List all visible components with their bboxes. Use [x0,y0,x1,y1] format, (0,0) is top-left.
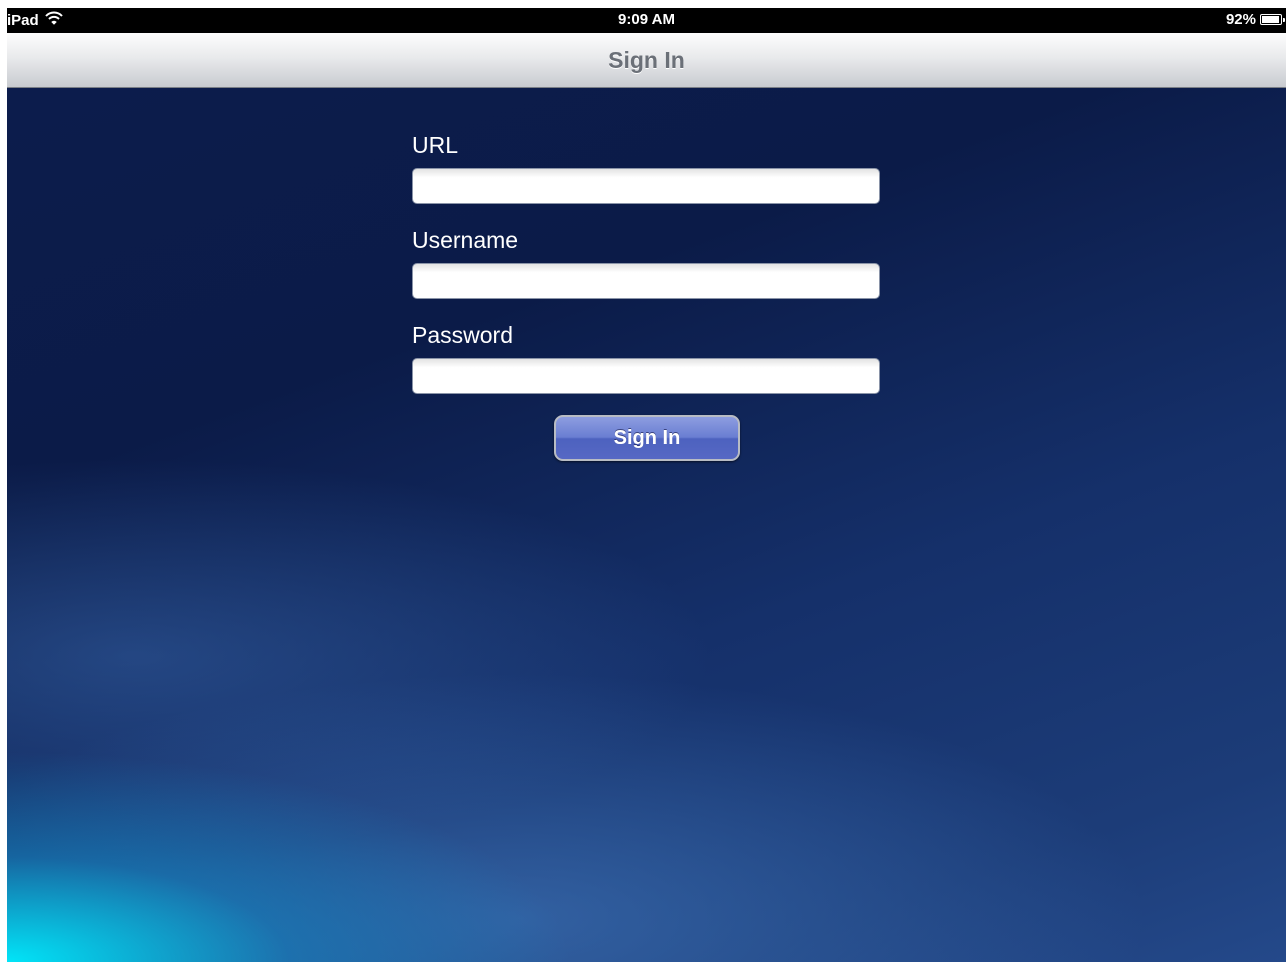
page-title: Sign In [608,47,685,73]
username-input[interactable] [412,263,880,299]
password-input[interactable] [412,358,880,394]
status-time: 9:09 AM [618,11,675,28]
sign-in-content: URL Username Password Sign In [7,88,1286,962]
sign-in-form: URL Username Password Sign In [412,130,882,461]
navigation-bar: Sign In [7,33,1286,88]
sign-in-button-row: Sign In [412,415,882,461]
status-right: 92% [1225,11,1285,28]
battery-fill [1262,16,1279,23]
password-label: Password [412,322,513,348]
status-bar: iPad 9:09 AM 92% [7,8,1286,33]
sign-in-button[interactable]: Sign In [554,415,740,461]
url-label: URL [412,132,459,158]
ipad-screen: iPad 9:09 AM 92% Sign In URL Username Pa… [7,8,1286,962]
battery-percent: 92% [1225,11,1256,28]
username-label: Username [412,227,519,253]
battery-icon [1260,14,1285,25]
url-input[interactable] [412,168,880,204]
